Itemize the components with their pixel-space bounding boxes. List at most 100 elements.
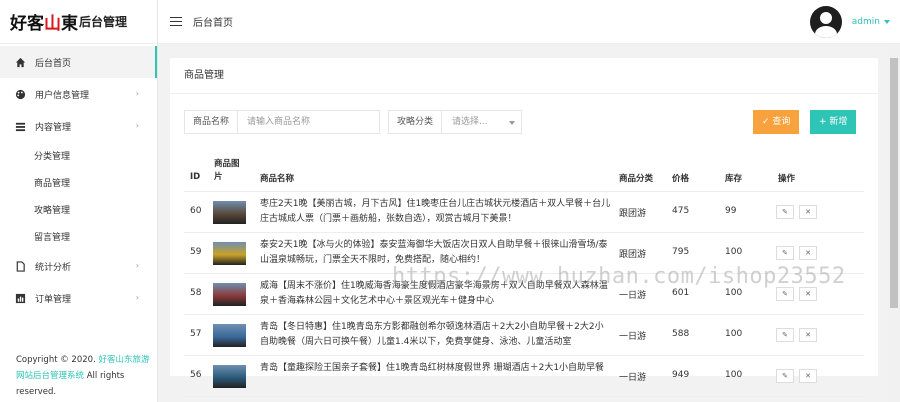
row-id: 58: [190, 288, 202, 298]
table-row: 56 青岛【童趣探险王国亲子套餐】住1晚青岛红树林度假世界 珊瑚酒店＋2大1小自…: [184, 356, 864, 397]
column-header-stock: 库存: [725, 174, 743, 184]
category-filter-select[interactable]: 请选择...: [442, 110, 523, 134]
edit-icon[interactable]: ✎: [776, 246, 794, 260]
product-price: 795: [672, 247, 690, 257]
product-name: 枣庄2天1晚【美丽古城，月下古风】住1晚枣庄台儿庄古城状元楼酒店＋双人早餐＋台儿…: [260, 199, 611, 224]
name-filter-label: 商品名称: [184, 110, 239, 134]
product-category: 一日游: [619, 291, 647, 301]
logo-text: 后台管理: [79, 15, 128, 29]
edit-icon[interactable]: ✎: [776, 328, 794, 342]
column-header-price: 价格: [672, 174, 690, 184]
category-filter-label: 攻略分类: [388, 110, 443, 134]
hamburger-icon[interactable]: [170, 16, 182, 27]
sidebar-item-statistics[interactable]: 统计分析 ›: [0, 250, 157, 282]
name-filter-input[interactable]: 请输入商品名称: [238, 110, 381, 134]
row-actions: ✎ ✕: [776, 369, 817, 383]
filter-bar: 商品名称 请输入商品名称 攻略分类 请选择...: [184, 110, 523, 134]
product-thumbnail: [213, 201, 246, 224]
content-submenu: 分类管理 商品管理 攻略管理 留言管理: [0, 142, 157, 250]
column-header-id: ID: [190, 172, 201, 182]
sidebar-menu: 后台首页 用户信息管理 › 内容管理 › 分类管理 商品管理 攻略管理 留言管理: [0, 44, 157, 314]
product-thumbnail: [213, 324, 246, 347]
table-header: ID 商品图片 商品名称 商品分类 价格 库存 操作: [184, 154, 864, 192]
sidebar-item-orders[interactable]: 订单管理 ›: [0, 282, 157, 314]
edit-icon[interactable]: ✎: [776, 205, 794, 219]
submenu-item-products[interactable]: 商品管理: [0, 169, 157, 196]
caret-down-icon[interactable]: [884, 20, 890, 24]
add-label: 新增: [829, 117, 848, 127]
product-stock: 100: [725, 329, 743, 339]
product-stock: 100: [725, 370, 743, 380]
delete-icon[interactable]: ✕: [799, 246, 817, 260]
sidebar-item-label: 统计分析: [35, 262, 72, 273]
logo-calligraphy: 好客山東: [10, 14, 78, 34]
delete-icon[interactable]: ✕: [799, 287, 817, 301]
chevron-right-icon: ›: [135, 293, 139, 302]
submenu-item-category[interactable]: 分类管理: [0, 142, 157, 169]
submenu-item-messages[interactable]: 留言管理: [0, 223, 157, 250]
copyright-prefix: Copyright © 2020.: [16, 355, 96, 365]
delete-icon[interactable]: ✕: [799, 328, 817, 342]
column-header-name: 商品名称: [260, 174, 295, 184]
file-icon: [14, 260, 26, 272]
sidebar: 好客山東 后台管理 后台首页 用户信息管理 › 内容管理 › 分类管理 商品管理: [0, 0, 158, 402]
edit-icon[interactable]: ✎: [776, 287, 794, 301]
watermark: https://www.huzhan.com/ishop23552: [392, 264, 846, 289]
product-price: 601: [672, 288, 690, 298]
product-stock: 100: [725, 247, 743, 257]
home-icon: [14, 56, 26, 68]
product-thumbnail: [213, 242, 246, 265]
sidebar-item-user-info[interactable]: 用户信息管理 ›: [0, 78, 157, 110]
list-icon: [14, 120, 26, 132]
row-actions: ✎ ✕: [776, 205, 817, 219]
product-category: 跟团游: [619, 209, 647, 219]
user-menu[interactable]: admin: [809, 6, 890, 38]
scrollbar-thumb[interactable]: [890, 58, 898, 308]
plus-icon: +: [819, 117, 827, 127]
row-id: 59: [190, 247, 202, 257]
product-thumbnail: [213, 365, 246, 388]
header-title[interactable]: 后台首页: [193, 14, 233, 29]
row-actions: ✎ ✕: [776, 287, 817, 301]
username[interactable]: admin: [852, 17, 880, 27]
query-button[interactable]: ✓ 查询: [753, 110, 800, 134]
chevron-down-icon: ›: [135, 121, 139, 130]
product-price: 949: [672, 370, 690, 380]
submenu-item-guides[interactable]: 攻略管理: [0, 196, 157, 223]
palette-icon: [14, 88, 26, 100]
add-button[interactable]: + 新增: [810, 110, 857, 134]
copyright: Copyright © 2020. 好客山东旅游网站后台管理系统 All rig…: [16, 352, 150, 400]
top-header: 后台首页 admin: [158, 0, 900, 44]
sidebar-item-label: 用户信息管理: [35, 90, 90, 101]
chart-icon: [14, 292, 26, 304]
column-header-category: 商品分类: [619, 174, 654, 184]
sidebar-item-home[interactable]: 后台首页: [0, 46, 157, 78]
product-management-card: 商品管理 商品名称 请输入商品名称 攻略分类 请选择... ✓ 查询 + 新增 …: [170, 58, 878, 397]
delete-icon[interactable]: ✕: [799, 369, 817, 383]
product-name: 青岛【童趣探险王国亲子套餐】住1晚青岛红树林度假世界 珊瑚酒店＋2大1小自助早餐: [260, 363, 605, 373]
product-thumbnail: [213, 283, 246, 306]
edit-icon[interactable]: ✎: [776, 369, 794, 383]
table-row: 57 青岛【冬日特惠】住1晚青岛东方影都融创希尔顿逸林酒店＋2大2小自助早餐＋2…: [184, 315, 864, 356]
row-id: 56: [190, 370, 202, 380]
row-actions: ✎ ✕: [776, 246, 817, 260]
column-header-actions: 操作: [778, 174, 796, 184]
logo[interactable]: 好客山東 后台管理: [0, 0, 157, 44]
query-label: 查询: [772, 117, 791, 127]
row-id: 57: [190, 329, 202, 339]
product-category: 一日游: [619, 373, 647, 383]
product-price: 475: [672, 206, 690, 216]
avatar[interactable]: [809, 6, 842, 38]
chevron-right-icon: ›: [135, 89, 139, 98]
table-body: 60 枣庄2天1晚【美丽古城，月下古风】住1晚枣庄台儿庄古城状元楼酒店＋双人早餐…: [184, 192, 864, 397]
sidebar-item-label: 订单管理: [35, 294, 72, 305]
table-row: 60 枣庄2天1晚【美丽古城，月下古风】住1晚枣庄台儿庄古城状元楼酒店＋双人早餐…: [184, 192, 864, 233]
product-stock: 100: [725, 288, 743, 298]
delete-icon[interactable]: ✕: [799, 205, 817, 219]
product-name: 青岛【冬日特惠】住1晚青岛东方影都融创希尔顿逸林酒店＋2大2小自助早餐＋2大2小…: [260, 322, 604, 347]
sidebar-item-content[interactable]: 内容管理 ›: [0, 110, 157, 142]
product-stock: 99: [725, 206, 737, 216]
sidebar-item-label: 后台首页: [35, 58, 72, 69]
product-category: 一日游: [619, 332, 647, 342]
sidebar-item-label: 内容管理: [35, 122, 72, 133]
